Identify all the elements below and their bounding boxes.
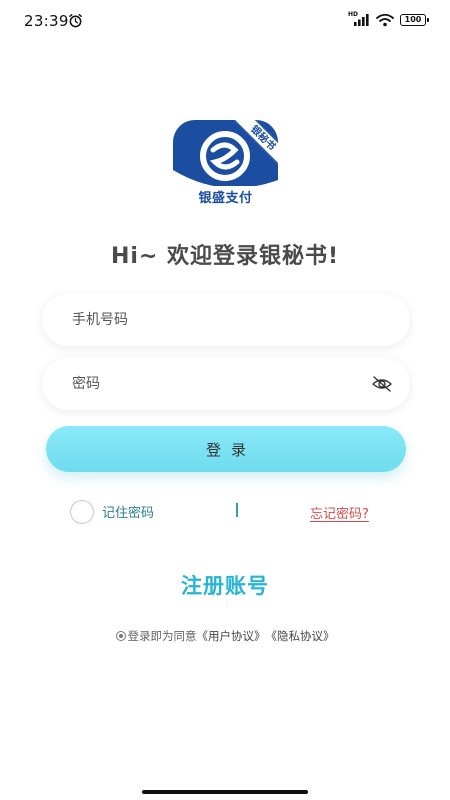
register-link[interactable]: 注册账号 bbox=[0, 570, 450, 600]
password-input[interactable] bbox=[42, 358, 410, 410]
user-agreement-link[interactable]: 《用户协议》 bbox=[197, 628, 266, 644]
welcome-title: Hi~ 欢迎登录银秘书! bbox=[110, 244, 340, 269]
agreement-line: 登录即为同意 《用户协议》 《隐私协议》 bbox=[0, 628, 450, 644]
agree-radio[interactable] bbox=[115, 631, 126, 641]
remember-password-radio[interactable] bbox=[70, 500, 94, 524]
agreement-prefix: 登录即为同意 bbox=[127, 629, 197, 643]
status-time: 23:39 bbox=[24, 12, 69, 30]
password-field-container bbox=[42, 358, 410, 410]
wifi-icon bbox=[376, 13, 394, 27]
home-indicator bbox=[142, 790, 308, 794]
privacy-policy-link[interactable]: 《隐私协议》 bbox=[266, 628, 335, 644]
forgot-password-link[interactable]: 忘记密码? bbox=[310, 503, 369, 522]
login-button[interactable]: 登录 bbox=[46, 426, 406, 472]
status-icons: HD 100 bbox=[348, 11, 429, 27]
app-logo: 银秘书 银盛支付 bbox=[173, 120, 278, 208]
phone-input[interactable] bbox=[42, 294, 410, 346]
status-bar: 23:39 HD 100 bbox=[0, 0, 450, 40]
remember-password-label[interactable]: 记住密码 bbox=[102, 502, 154, 521]
phone-field-container bbox=[42, 294, 410, 346]
alarm-icon bbox=[69, 13, 82, 28]
logo-name: 银盛支付 bbox=[198, 191, 253, 206]
battery-icon: 100 bbox=[400, 14, 429, 26]
eye-off-icon[interactable] bbox=[372, 375, 392, 393]
signal-icon: HD bbox=[348, 11, 370, 27]
separator bbox=[236, 503, 238, 517]
